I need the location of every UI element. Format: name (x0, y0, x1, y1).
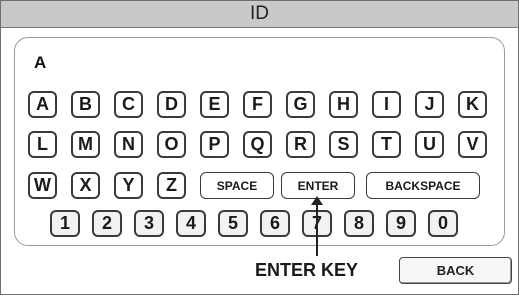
key-Z[interactable]: Z (157, 172, 186, 199)
key-enter[interactable]: ENTER (281, 172, 355, 199)
key-L[interactable]: L (28, 131, 57, 158)
key-8[interactable]: 8 (344, 210, 374, 237)
key-3[interactable]: 3 (134, 210, 164, 237)
key-O[interactable]: O (157, 131, 186, 158)
key-K[interactable]: K (458, 91, 487, 118)
key-9[interactable]: 9 (386, 210, 416, 237)
key-F[interactable]: F (243, 91, 272, 118)
key-T[interactable]: T (372, 131, 401, 158)
key-W[interactable]: W (28, 172, 57, 199)
key-U[interactable]: U (415, 131, 444, 158)
entry-display: A (34, 53, 47, 72)
callout-label: ENTER KEY (255, 260, 359, 280)
key-6[interactable]: 6 (260, 210, 290, 237)
key-V[interactable]: V (458, 131, 487, 158)
key-N[interactable]: N (114, 131, 143, 158)
key-G[interactable]: G (286, 91, 315, 118)
key-2[interactable]: 2 (92, 210, 122, 237)
key-R[interactable]: R (286, 131, 315, 158)
key-P[interactable]: P (200, 131, 229, 158)
key-1[interactable]: 1 (50, 210, 80, 237)
key-E[interactable]: E (200, 91, 229, 118)
key-4[interactable]: 4 (176, 210, 206, 237)
key-Q[interactable]: Q (243, 131, 272, 158)
key-D[interactable]: D (157, 91, 186, 118)
key-space[interactable]: SPACE (200, 172, 274, 199)
callout-line (316, 201, 318, 256)
dialog-title: ID (1, 1, 518, 28)
key-Y[interactable]: Y (114, 172, 143, 199)
back-button[interactable]: BACK (399, 257, 512, 284)
key-5[interactable]: 5 (218, 210, 248, 237)
key-B[interactable]: B (71, 91, 100, 118)
key-S[interactable]: S (329, 131, 358, 158)
key-A[interactable]: A (28, 91, 57, 118)
key-I[interactable]: I (372, 91, 401, 118)
key-0[interactable]: 0 (428, 210, 458, 237)
key-J[interactable]: J (415, 91, 444, 118)
id-entry-dialog: ID A A B C D E F G H I J K L M N O P Q R… (0, 0, 519, 295)
arrow-up-icon (311, 196, 323, 205)
key-X[interactable]: X (71, 172, 100, 199)
key-backspace[interactable]: BACKSPACE (366, 172, 480, 199)
key-M[interactable]: M (71, 131, 100, 158)
key-C[interactable]: C (114, 91, 143, 118)
key-H[interactable]: H (329, 91, 358, 118)
